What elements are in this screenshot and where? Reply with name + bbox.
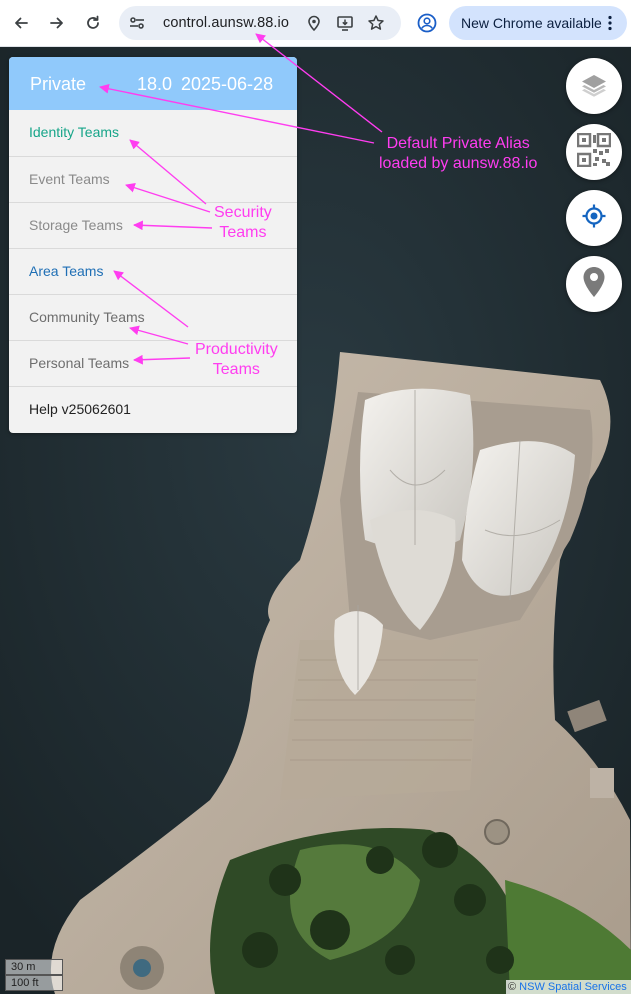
new-chrome-available-button[interactable]: New Chrome available — [449, 6, 627, 40]
identity-word: Identity — [29, 124, 75, 140]
browser-toolbar: control.aunsw.88.io New Chrome available — [0, 0, 631, 47]
menu-item-area-teams[interactable]: Area Teams — [9, 248, 297, 294]
menu-item-event-teams[interactable]: Event Teams — [9, 156, 297, 202]
menu-item-identity-teams[interactable]: Identity Teams — [9, 110, 297, 156]
teams-word: Teams — [77, 124, 120, 140]
qr-code-button[interactable] — [566, 124, 622, 180]
map-attribution: © NSW Spatial Services — [506, 980, 631, 994]
scale-imperial: 100 ft — [5, 975, 63, 991]
menu-item-label: Help v25062601 — [29, 401, 131, 417]
place-marker-icon — [582, 266, 606, 303]
security-annotation-line-1: Security — [214, 204, 272, 221]
profile-icon[interactable] — [416, 12, 438, 39]
alias-annotation-line-1: Default Private Alias — [386, 135, 530, 152]
address-bar[interactable]: control.aunsw.88.io — [119, 6, 401, 40]
menu-item-label: Personal Teams — [29, 355, 130, 371]
release-date: 2025-06-28 — [181, 74, 274, 94]
menu-item-community-teams[interactable]: Community Teams — [9, 294, 297, 340]
update-button-label: New Chrome available — [461, 15, 602, 31]
menu-item-label: Storage Teams — [29, 217, 123, 233]
install-app-icon[interactable] — [336, 14, 354, 32]
menu-item-label: Identity Teams — [29, 124, 119, 140]
alias-annotation-line-2: loaded by aunsw.88.io — [379, 155, 538, 172]
site-settings-icon[interactable] — [128, 14, 146, 37]
copyright-symbol: © — [508, 981, 517, 993]
reload-icon[interactable] — [80, 10, 106, 36]
security-annotation-line-2: Teams — [219, 224, 267, 241]
bookmark-star-icon[interactable] — [367, 14, 385, 32]
forward-arrow-icon[interactable] — [44, 10, 70, 36]
alias-annotation: Default Private Alias loaded by aunsw.88… — [379, 134, 537, 174]
layers-button[interactable] — [566, 58, 622, 114]
scale-metric: 30 m — [5, 959, 63, 975]
location-pin-icon[interactable] — [305, 14, 323, 32]
version-number: 18.0 — [137, 74, 173, 94]
url-text[interactable]: control.aunsw.88.io — [163, 15, 289, 31]
my-location-button[interactable] — [566, 190, 622, 246]
productivity-annotation: Productivity Teams — [195, 340, 278, 380]
menu-item-help[interactable]: Help v25062601 — [9, 386, 297, 432]
back-arrow-icon[interactable] — [8, 10, 34, 36]
security-annotation: Security Teams — [214, 203, 272, 243]
menu-item-label: Event Teams — [29, 171, 110, 187]
menu-item-label: Area Teams — [29, 263, 104, 279]
productivity-annotation-line-1: Productivity — [195, 341, 278, 358]
productivity-annotation-line-2: Teams — [212, 361, 260, 378]
qr-code-icon — [576, 132, 612, 172]
more-vert-icon[interactable] — [607, 15, 613, 36]
attribution-link[interactable]: NSW Spatial Services — [519, 981, 627, 993]
place-marker-button[interactable] — [566, 256, 622, 312]
my-location-icon — [581, 203, 607, 234]
alias-title: Private — [30, 74, 87, 94]
layers-icon — [579, 69, 609, 104]
menu-item-label: Community Teams — [29, 309, 145, 325]
menu-header[interactable]: Private 18.0 2025-06-28 — [9, 57, 297, 110]
